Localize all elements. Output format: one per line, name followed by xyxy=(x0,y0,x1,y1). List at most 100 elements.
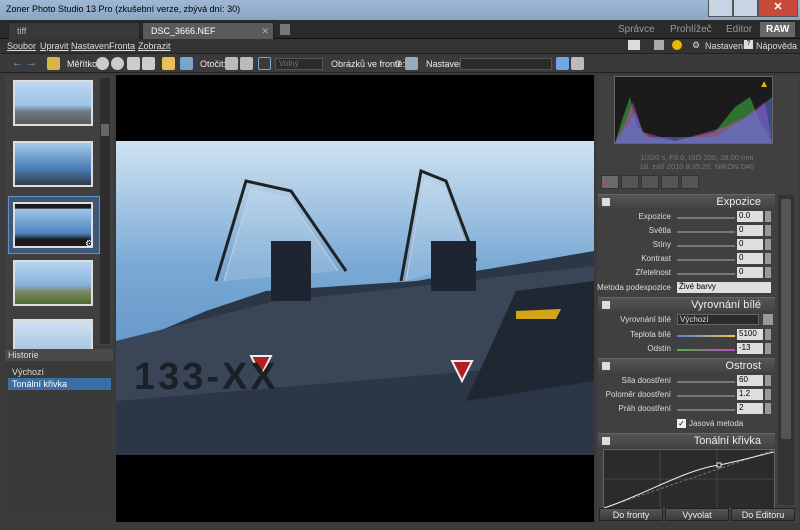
luma-method-checkbox[interactable]: ✓ xyxy=(677,419,686,428)
thumbnail-3[interactable] xyxy=(13,202,93,248)
tab-tiff[interactable]: tiff xyxy=(8,22,140,39)
wb-mode-select[interactable]: Výchozí xyxy=(677,314,759,325)
spinner[interactable] xyxy=(765,253,771,264)
slider-track[interactable] xyxy=(677,245,735,247)
tab-color-icon[interactable]: ◐ xyxy=(601,175,619,189)
menu-upravit[interactable]: Upravit xyxy=(40,41,69,51)
spinner[interactable] xyxy=(765,239,771,250)
thumbnail-2[interactable] xyxy=(13,141,93,187)
display-icon[interactable] xyxy=(628,40,640,50)
section-checkbox[interactable] xyxy=(602,301,610,309)
section-tone-curve[interactable]: Tonální křivka xyxy=(598,433,775,447)
spinner[interactable] xyxy=(765,225,771,236)
spinner[interactable] xyxy=(765,389,771,400)
help-link[interactable]: Nápověda xyxy=(756,41,797,51)
slider-track[interactable] xyxy=(677,231,735,233)
thumbnail-scrollbar[interactable] xyxy=(100,78,110,344)
method-select[interactable]: Živé barvy xyxy=(677,282,771,293)
panel-scrollbar[interactable] xyxy=(778,195,794,505)
spinner[interactable] xyxy=(765,343,771,354)
back-arrow-icon[interactable]: ← xyxy=(12,57,25,70)
menu-soubor[interactable]: Soubor xyxy=(7,41,36,51)
section-expozice[interactable]: Expozice xyxy=(598,194,775,208)
scroll-thumb[interactable] xyxy=(101,124,109,136)
close-button[interactable]: ✕ xyxy=(758,0,798,17)
slider-track[interactable] xyxy=(677,395,735,397)
slider-track[interactable] xyxy=(677,349,735,351)
slider-track[interactable] xyxy=(677,217,735,219)
menu-fronta[interactable]: Fronta xyxy=(109,41,135,51)
new-tab-icon[interactable] xyxy=(280,24,290,35)
mode-spravce[interactable]: Správce xyxy=(612,22,661,37)
value-field[interactable]: 0 xyxy=(737,253,763,264)
maximize-button[interactable] xyxy=(733,0,758,17)
value-field[interactable]: 0 xyxy=(737,225,763,236)
fit-screen-icon[interactable] xyxy=(142,57,155,70)
zoom-in-icon[interactable] xyxy=(96,57,109,70)
value-field[interactable]: 5100 xyxy=(737,329,763,340)
minimize-button[interactable] xyxy=(708,0,733,17)
mode-raw[interactable]: RAW xyxy=(760,22,796,37)
value-field[interactable]: 0.0 xyxy=(737,211,763,222)
slider-track[interactable] xyxy=(677,273,735,275)
spinner[interactable] xyxy=(765,403,771,414)
crop-icon[interactable] xyxy=(162,57,175,70)
section-checkbox[interactable] xyxy=(602,437,610,445)
value-field[interactable]: 0 xyxy=(737,267,763,278)
to-editor-button[interactable]: Do Editoru xyxy=(731,508,795,521)
add-to-queue-button[interactable]: Do fronty xyxy=(599,508,663,521)
mode-prohlizec[interactable]: Prohlížeč xyxy=(664,22,718,37)
develop-button[interactable]: Vyvolat xyxy=(665,508,729,521)
close-tab-icon[interactable]: ✕ xyxy=(261,26,269,37)
info-icon[interactable] xyxy=(654,40,664,50)
zoom-out-icon[interactable] xyxy=(111,57,124,70)
menu-nastaveni[interactable]: Nastavení xyxy=(71,41,112,51)
value-field[interactable]: -13 xyxy=(737,343,763,354)
spinner[interactable] xyxy=(765,329,771,340)
tab-effects-icon[interactable] xyxy=(661,175,679,189)
value-field[interactable]: 0 xyxy=(737,239,763,250)
preset-select[interactable] xyxy=(460,58,552,70)
thumbnail-4[interactable] xyxy=(13,260,93,306)
settings-link[interactable]: Nastavení xyxy=(705,41,746,51)
slider-track[interactable] xyxy=(677,409,735,411)
user-icon[interactable] xyxy=(672,40,682,50)
tab-lens-icon[interactable] xyxy=(641,175,659,189)
queue-icon[interactable] xyxy=(405,57,418,70)
scroll-thumb[interactable] xyxy=(781,199,791,439)
section-checkbox[interactable] xyxy=(602,362,610,370)
tab-metadata-icon[interactable] xyxy=(681,175,699,189)
value-field[interactable]: 60 xyxy=(737,375,763,386)
preset-menu-icon[interactable] xyxy=(571,57,584,70)
tone-curve-editor[interactable] xyxy=(603,449,775,509)
thumbnail-1[interactable] xyxy=(13,80,93,126)
spinner[interactable] xyxy=(765,375,771,386)
slider-track[interactable] xyxy=(677,259,735,261)
compare-icon[interactable] xyxy=(180,57,193,70)
select-icon[interactable] xyxy=(258,57,271,70)
ratio-select[interactable]: Volný xyxy=(275,58,323,70)
save-preset-icon[interactable] xyxy=(556,57,569,70)
spinner[interactable] xyxy=(765,267,771,278)
forward-arrow-icon[interactable]: → xyxy=(26,57,39,70)
folder-icon[interactable] xyxy=(47,57,60,70)
section-white-balance[interactable]: Vyrovnání bílé xyxy=(598,297,775,311)
spinner[interactable] xyxy=(765,211,771,222)
tab-dsc[interactable]: DSC_3666.NEF ✕ xyxy=(142,22,274,39)
value-field[interactable]: 1.2 xyxy=(737,389,763,400)
history-item[interactable]: Výchozí xyxy=(8,366,111,378)
section-checkbox[interactable] xyxy=(602,198,610,206)
history-item-selected[interactable]: Tonální křivka xyxy=(8,378,111,390)
slider-track[interactable] xyxy=(677,335,735,337)
section-sharpness[interactable]: Ostrost xyxy=(598,358,775,372)
mode-editor[interactable]: Editor xyxy=(720,22,758,37)
rotate-right-icon[interactable] xyxy=(240,57,253,70)
image-viewer[interactable]: 133-XX xyxy=(116,75,594,522)
menu-zobrazit[interactable]: Zobrazit xyxy=(138,41,171,51)
zoom-1to1-icon[interactable] xyxy=(127,57,140,70)
slider-track[interactable] xyxy=(677,381,735,383)
eyedropper-icon[interactable] xyxy=(763,314,773,325)
rotate-left-icon[interactable] xyxy=(225,57,238,70)
value-field[interactable]: 2 xyxy=(737,403,763,414)
tab-detail-icon[interactable] xyxy=(621,175,639,189)
